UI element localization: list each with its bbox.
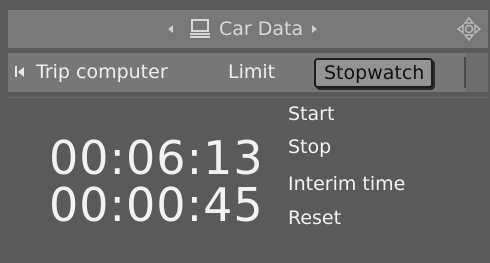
nav-left-small-icon[interactable] bbox=[168, 25, 173, 33]
interim-time-option[interactable]: Interim time bbox=[288, 173, 405, 195]
stop-option[interactable]: Stop bbox=[288, 136, 331, 158]
controller-joystick-icon bbox=[456, 16, 482, 46]
reset-option[interactable]: Reset bbox=[288, 207, 341, 229]
menu-back-icon[interactable] bbox=[15, 66, 24, 77]
computer-icon bbox=[189, 19, 211, 39]
display-screen: Car Data Trip computer Limit Stopwatch 0… bbox=[0, 0, 490, 263]
page-title: Car Data bbox=[219, 18, 304, 40]
start-option[interactable]: Start bbox=[288, 103, 334, 125]
menu-tab-bar: Trip computer Limit Stopwatch bbox=[8, 53, 488, 92]
menu-scroll-edge bbox=[466, 53, 488, 92]
title-bar: Car Data bbox=[8, 10, 488, 48]
tab-stopwatch[interactable]: Stopwatch bbox=[314, 58, 434, 88]
tab-trip-computer[interactable]: Trip computer bbox=[36, 53, 168, 92]
stopwatch-panel: 00:06:13 00:00:45 Start Stop Interim tim… bbox=[8, 97, 488, 256]
tab-limit[interactable]: Limit bbox=[228, 53, 275, 92]
title-group: Car Data bbox=[168, 10, 318, 48]
stopwatch-interim-time: 00:00:45 bbox=[49, 178, 264, 232]
nav-right-small-icon[interactable] bbox=[312, 25, 318, 33]
stopwatch-main-time: 00:06:13 bbox=[49, 131, 264, 185]
